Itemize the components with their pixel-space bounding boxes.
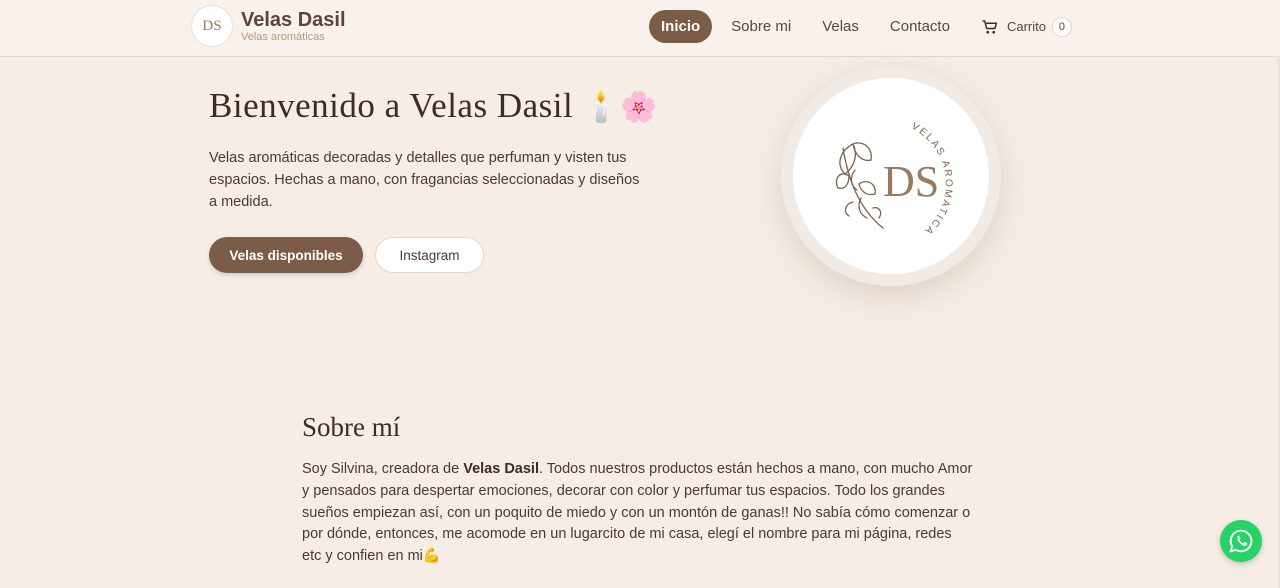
nav-item-velas[interactable]: Velas: [810, 10, 871, 43]
hero-title: Bienvenido a Velas Dasil 🕯️🌸: [209, 86, 658, 126]
available-candles-button[interactable]: Velas disponibles: [209, 237, 363, 273]
hero-title-text: Bienvenido a Velas Dasil: [209, 86, 574, 125]
hero-description: Velas aromáticas decoradas y detalles qu…: [209, 150, 640, 210]
nav-item-contacto[interactable]: Contacto: [878, 10, 962, 43]
hero-logo-inner: DS VELAS AROMATICAS: [789, 70, 989, 274]
candle-flower-emoji: 🕯️🌸: [582, 91, 659, 124]
nav-item-inicio[interactable]: Inicio: [649, 10, 713, 43]
cart-count-badge: 0: [1051, 16, 1072, 37]
whatsapp-button[interactable]: [1220, 520, 1262, 562]
about-text-intro: Soy Silvina, creadora de: [302, 461, 464, 477]
brand[interactable]: DS Velas Dasil Velas aromáticas: [192, 6, 346, 46]
brand-logo-monogram: DS: [202, 17, 222, 34]
cart-label: Carrito: [1006, 19, 1046, 34]
about-text: Soy Silvina, creadora de Velas Dasil. To…: [302, 459, 974, 568]
velas-dasil-logo-icon: DS VELAS AROMATICAS: [789, 70, 952, 237]
hero-logo: DS VELAS AROMATICAS: [781, 66, 1001, 286]
instagram-button[interactable]: Instagram: [375, 237, 484, 273]
nav-item-sobre-mi[interactable]: Sobre mi: [719, 10, 803, 43]
main-nav: Inicio Sobre mi Velas Contacto Carrito 0: [649, 10, 1072, 43]
whatsapp-icon: [1229, 529, 1253, 553]
brand-tagline: Velas aromáticas: [241, 31, 325, 43]
cart-button[interactable]: Carrito 0: [981, 16, 1072, 37]
logo-monogram: DS: [883, 157, 939, 206]
cart-icon: [982, 19, 998, 34]
site-header: DS Velas Dasil Velas aromáticas Inicio S…: [0, 0, 1280, 57]
brand-name: Velas Dasil: [241, 9, 346, 31]
about-title: Sobre mí: [302, 412, 401, 442]
about-text-brand: Velas Dasil: [463, 461, 539, 477]
brand-logo: DS: [192, 6, 232, 46]
